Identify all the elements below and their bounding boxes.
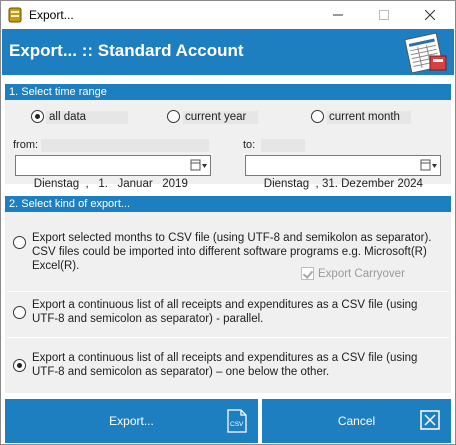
radio-indicator	[31, 110, 44, 123]
export-dialog: Export... Export... :: Standard Account	[0, 0, 456, 445]
radio-one-below[interactable]	[13, 359, 26, 372]
to-date-value: Dienstag , 31. Dezember 2024	[263, 178, 423, 190]
radio-all-data[interactable]: all data	[31, 110, 86, 123]
radio-current-month[interactable]: current month	[311, 110, 400, 123]
calendar-dropdown-button[interactable]	[420, 158, 438, 173]
page-title: Export... :: Standard Account	[9, 41, 244, 60]
cancel-button[interactable]: Cancel	[262, 399, 451, 443]
export-kind-heading: 2. Select kind of export...	[5, 196, 451, 212]
checkbox-label: Export Carryover	[318, 267, 405, 280]
export-option-one-below[interactable]: Export a continuous list of all receipts…	[13, 351, 445, 379]
to-label: to:	[243, 139, 256, 151]
close-button[interactable]	[407, 1, 453, 29]
cancel-button-label: Cancel	[337, 414, 376, 428]
from-label: from:	[13, 139, 39, 151]
radio-label: current year	[185, 110, 247, 123]
radio-selected-months[interactable]	[13, 236, 26, 249]
export-option-parallel[interactable]: Export a continuous list of all receipts…	[13, 298, 445, 326]
from-date-value: Dienstag , 1. Januar 2019	[33, 178, 188, 190]
minimize-icon	[333, 14, 343, 16]
to-date-picker[interactable]: Dienstag , 31. Dezember 2024	[245, 155, 441, 190]
cancel-icon	[420, 410, 440, 430]
time-range-heading: 1. Select time range	[5, 84, 451, 100]
radio-label: all data	[49, 110, 87, 123]
radio-parallel[interactable]	[13, 306, 26, 319]
radio-indicator	[13, 306, 26, 319]
export-document-icon	[404, 32, 447, 74]
radio-indicator	[13, 236, 26, 249]
minimize-button[interactable]	[315, 1, 361, 29]
label-highlight	[41, 139, 209, 152]
divider	[7, 291, 449, 292]
radio-indicator	[167, 110, 180, 123]
close-icon	[425, 10, 435, 20]
export-button[interactable]: Export... CSV	[5, 399, 258, 443]
export-button-label: Export...	[109, 414, 154, 428]
radio-current-year[interactable]: current year	[167, 110, 246, 123]
csv-icon-text: CSV	[230, 421, 244, 428]
maximize-icon	[379, 10, 389, 20]
radio-indicator	[13, 359, 26, 372]
maximize-button[interactable]	[361, 1, 407, 29]
title-bar: Export...	[1, 1, 455, 29]
export-option-text: Export a continuous list of all receipts…	[32, 352, 418, 378]
checkbox-indicator	[301, 267, 314, 280]
from-date-picker[interactable]: Dienstag , 1. Januar 2019	[15, 155, 211, 190]
export-carryover-checkbox[interactable]: Export Carryover	[301, 267, 405, 280]
radio-label: current month	[329, 110, 400, 123]
header-banner: Export... :: Standard Account	[2, 29, 454, 75]
window-title: Export...	[29, 8, 74, 22]
export-option-text: Export a continuous list of all receipts…	[32, 299, 418, 325]
label-highlight	[261, 139, 305, 152]
calendar-icon	[190, 159, 207, 170]
radio-indicator	[311, 110, 324, 123]
divider	[7, 337, 449, 338]
csv-file-icon: CSV	[227, 409, 247, 433]
calendar-icon	[420, 159, 437, 170]
calendar-dropdown-button[interactable]	[190, 158, 208, 173]
app-icon	[8, 7, 22, 23]
